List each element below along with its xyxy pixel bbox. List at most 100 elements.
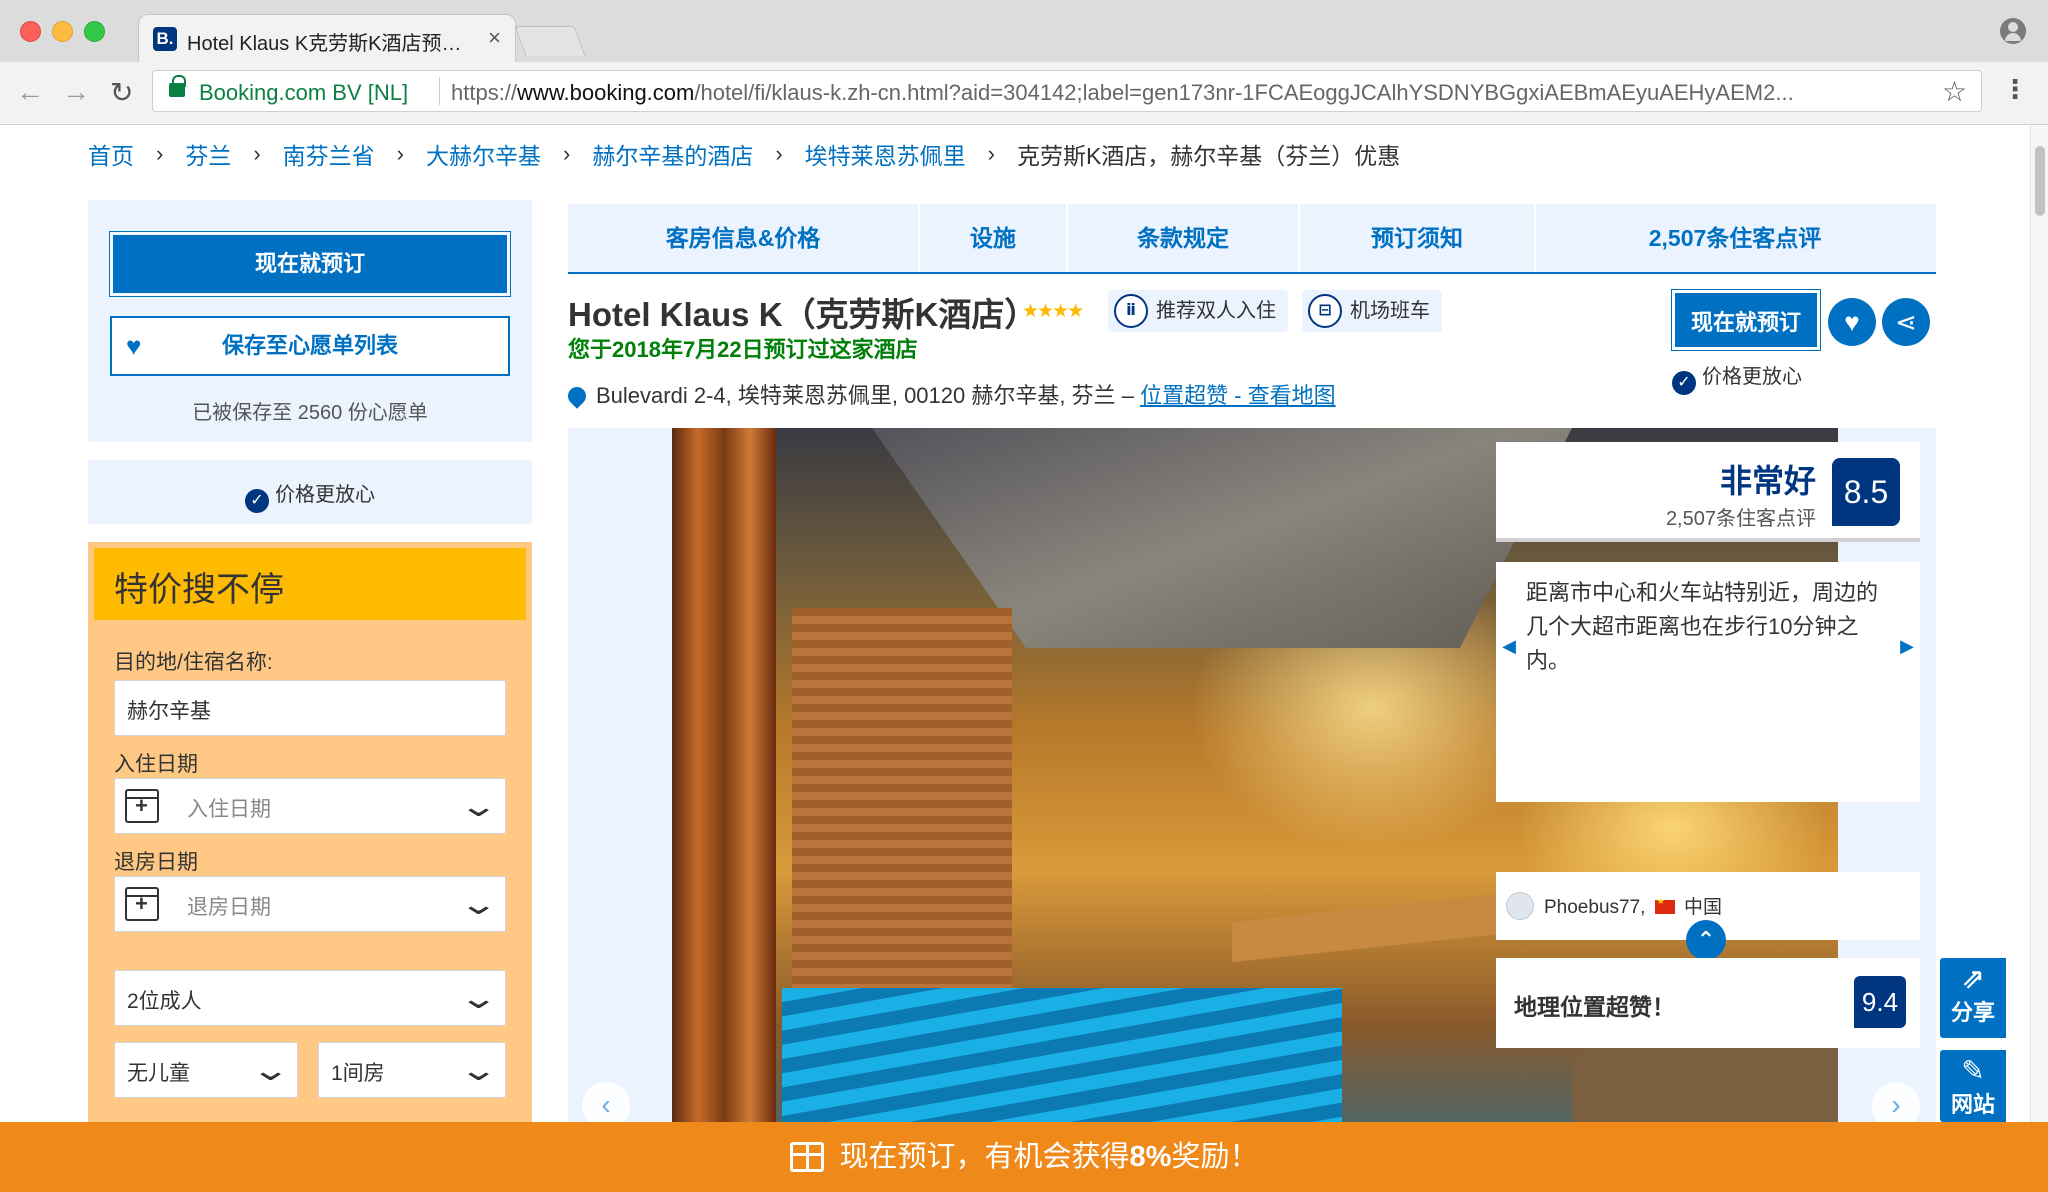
promo-suffix: 奖励！ — [1171, 1141, 1259, 1173]
photo-curtain — [672, 428, 776, 1192]
children-select[interactable]: 无儿童 ⌄ — [114, 1042, 298, 1098]
breadcrumb-link[interactable]: 大赫尔辛基 — [426, 137, 541, 171]
destination-label: 目的地/住宿名称: — [114, 651, 273, 674]
price-assurance-header[interactable]: ✓ 价格更放心 — [1672, 360, 1802, 395]
chevron-down-icon[interactable]: ⌄ — [458, 887, 498, 922]
chevron-down-icon[interactable]: ⌄ — [458, 789, 498, 824]
checkin-date-field[interactable]: 入住日期 ⌄ — [114, 778, 506, 834]
forward-arrow-icon[interactable]: → — [62, 76, 90, 108]
hotel-tabs: 客房信息&价格 设施 条款规定 预订须知 2,507条住客点评 — [568, 204, 1936, 274]
star-rating: ★★★★ — [1022, 301, 1084, 322]
caret-up-icon[interactable]: ⌃ — [1686, 920, 1726, 960]
check-badge-icon: ✓ — [1672, 371, 1696, 395]
hotel-lobby-photo[interactable] — [672, 428, 1838, 1192]
book-now-button[interactable]: 现在就预订 — [109, 231, 511, 297]
breadcrumb-link[interactable]: 首页 — [88, 137, 134, 171]
couples-badge[interactable]: ⅱ 推荐双人入住 — [1108, 290, 1288, 332]
shuttle-label: 机场班车 — [1350, 300, 1430, 322]
close-window-button[interactable] — [20, 21, 41, 42]
children-value: 无儿童 — [127, 1062, 190, 1085]
china-flag-icon — [1654, 896, 1675, 914]
minimize-window-button[interactable] — [52, 21, 73, 42]
calendar-icon — [125, 789, 159, 823]
edit-note-icon: ✎ — [1961, 1055, 1985, 1086]
shuttle-bus-icon: ⊟ — [1308, 294, 1342, 328]
bookmark-star-icon[interactable]: ☆ — [1942, 75, 1967, 108]
checkout-label: 退房日期 — [114, 851, 198, 874]
chevron-down-icon[interactable]: ⌄ — [458, 981, 498, 1016]
breadcrumb-link[interactable]: 芬兰 — [185, 137, 231, 171]
location-score-badge: 9.4 — [1854, 976, 1906, 1028]
share-icon[interactable]: ⋖ — [1882, 298, 1930, 346]
adults-select[interactable]: 2位成人 ⌄ — [114, 970, 506, 1026]
heart-icon[interactable]: ♥ — [1828, 298, 1876, 346]
lock-icon[interactable] — [169, 75, 186, 97]
wishlist-label: 保存至心愿单列表 — [221, 333, 398, 358]
browser-chrome: B. Hotel Klaus K克劳斯K酒店预订_ × ← → ↻ Bookin… — [0, 0, 2048, 125]
breadcrumb-link[interactable]: 南芬兰省 — [283, 137, 375, 171]
address-bar[interactable]: Booking.com BV [NL] https://www.booking.… — [152, 70, 1982, 112]
calendar-icon — [125, 887, 159, 921]
share-float-button[interactable]: ⇗ 分享 — [1940, 958, 2006, 1038]
share-float-label: 分享 — [1950, 1000, 1995, 1025]
reload-icon[interactable]: ↻ — [110, 76, 133, 109]
site-identity[interactable]: Booking.com BV [NL] — [199, 80, 408, 106]
back-arrow-icon[interactable]: ← — [16, 76, 44, 108]
site-float-button[interactable]: ✎ 网站 — [1940, 1050, 2006, 1122]
price-assurance[interactable]: ✓ 价格更放心 — [88, 478, 532, 513]
location-score-label: 地理位置超赞！ — [1514, 994, 1675, 1020]
save-to-wishlist-button[interactable]: ♥ 保存至心愿单列表 — [110, 316, 510, 376]
browser-tab-active[interactable]: B. Hotel Klaus K克劳斯K酒店预订_ × — [138, 14, 516, 62]
browser-menu-icon[interactable]: ⋮ — [2002, 74, 2028, 105]
review-text: 距离市中心和火车站特别近，周边的几个大超市距离也在步行10分钟之内。 — [1526, 580, 1879, 673]
tab-reviews[interactable]: 2,507条住客点评 — [1536, 204, 1934, 272]
wishlist-saved-count: 已被保存至 2560 份心愿单 — [192, 402, 428, 424]
price-assurance-label: 价格更放心 — [1702, 366, 1802, 388]
booking-favicon-icon: B. — [153, 27, 177, 51]
rooms-select[interactable]: 1间房 ⌄ — [318, 1042, 506, 1098]
address-text: Bulevardi 2-4, 埃特莱恩苏佩里, 00120 赫尔辛基, 芬兰 – — [596, 383, 1134, 408]
tab-booking-notes[interactable]: 预订须知 — [1300, 204, 1536, 272]
promo-banner[interactable]: 现在预订，有机会获得8%奖励！ — [0, 1122, 2048, 1192]
checkin-label: 入住日期 — [114, 753, 198, 776]
tab-title: Hotel Klaus K克劳斯K酒店预订_ — [187, 33, 467, 55]
hotel-address: Bulevardi 2-4, 埃特莱恩苏佩里, 00120 赫尔辛基, 芬兰 –… — [564, 378, 1336, 410]
chevron-down-icon[interactable]: ⌄ — [458, 1053, 498, 1088]
rooms-value: 1间房 — [331, 1062, 385, 1085]
price-assurance-label: 价格更放心 — [275, 484, 375, 506]
hotel-name: Hotel Klaus K（克劳斯K酒店） — [568, 296, 1038, 333]
chevron-down-icon[interactable]: ⌄ — [250, 1053, 290, 1088]
review-card: 距离市中心和火车站特别近，周边的几个大超市距离也在步行10分钟之内。 ◀ ▶ — [1496, 562, 1920, 802]
new-tab-button[interactable] — [514, 26, 586, 56]
tab-rooms-prices[interactable]: 客房信息&价格 — [568, 204, 920, 272]
url-text[interactable]: https://www.booking.com/hotel/fi/klaus-k… — [451, 80, 1921, 106]
couples-label: 推荐双人入住 — [1156, 300, 1276, 322]
breadcrumb: 首页 › 芬兰 › 南芬兰省 › 大赫尔辛基 › 赫尔辛基的酒店 › 埃特莱恩苏… — [88, 138, 1400, 170]
close-tab-icon[interactable]: × — [488, 25, 501, 51]
checkout-date-field[interactable]: 退房日期 ⌄ — [114, 876, 506, 932]
review-next-icon[interactable]: ▶ — [1894, 616, 1920, 676]
previous-booking-note: 您于2018年7月22日预订过这家酒店 — [568, 337, 918, 362]
scrollbar-thumb[interactable] — [2035, 146, 2045, 216]
review-prev-icon[interactable]: ◀ — [1496, 616, 1522, 676]
tab-facilities[interactable]: 设施 — [920, 204, 1068, 272]
photo-gallery: ‹ › — [568, 428, 1936, 1192]
shuttle-badge[interactable]: ⊟ 机场班车 — [1302, 290, 1442, 332]
zoom-window-button[interactable] — [84, 21, 105, 42]
chevron-right-icon: › — [253, 141, 261, 166]
reviewer-country: 中国 — [1683, 897, 1722, 918]
score-badge: 8.5 — [1832, 458, 1900, 526]
book-now-header-button[interactable]: 现在就预订 — [1671, 289, 1821, 351]
profile-icon[interactable] — [2000, 18, 2026, 44]
site-float-label: 网站 — [1950, 1092, 1995, 1117]
breadcrumb-link[interactable]: 埃特莱恩苏佩里 — [805, 137, 966, 171]
tab-policies[interactable]: 条款规定 — [1068, 204, 1300, 272]
review-score-card[interactable]: 非常好 2,507条住客点评 8.5 — [1496, 442, 1920, 542]
adults-value: 2位成人 — [127, 990, 202, 1013]
page-scrollbar[interactable] — [2030, 126, 2048, 1192]
view-map-link[interactable]: 位置超赞 - 查看地图 — [1140, 383, 1336, 408]
breadcrumb-link[interactable]: 赫尔辛基的酒店 — [592, 137, 753, 171]
review-count[interactable]: 2,507条住客点评 — [1666, 502, 1816, 531]
destination-input[interactable]: 赫尔辛基 — [114, 680, 506, 736]
chevron-right-icon: › — [396, 141, 404, 166]
